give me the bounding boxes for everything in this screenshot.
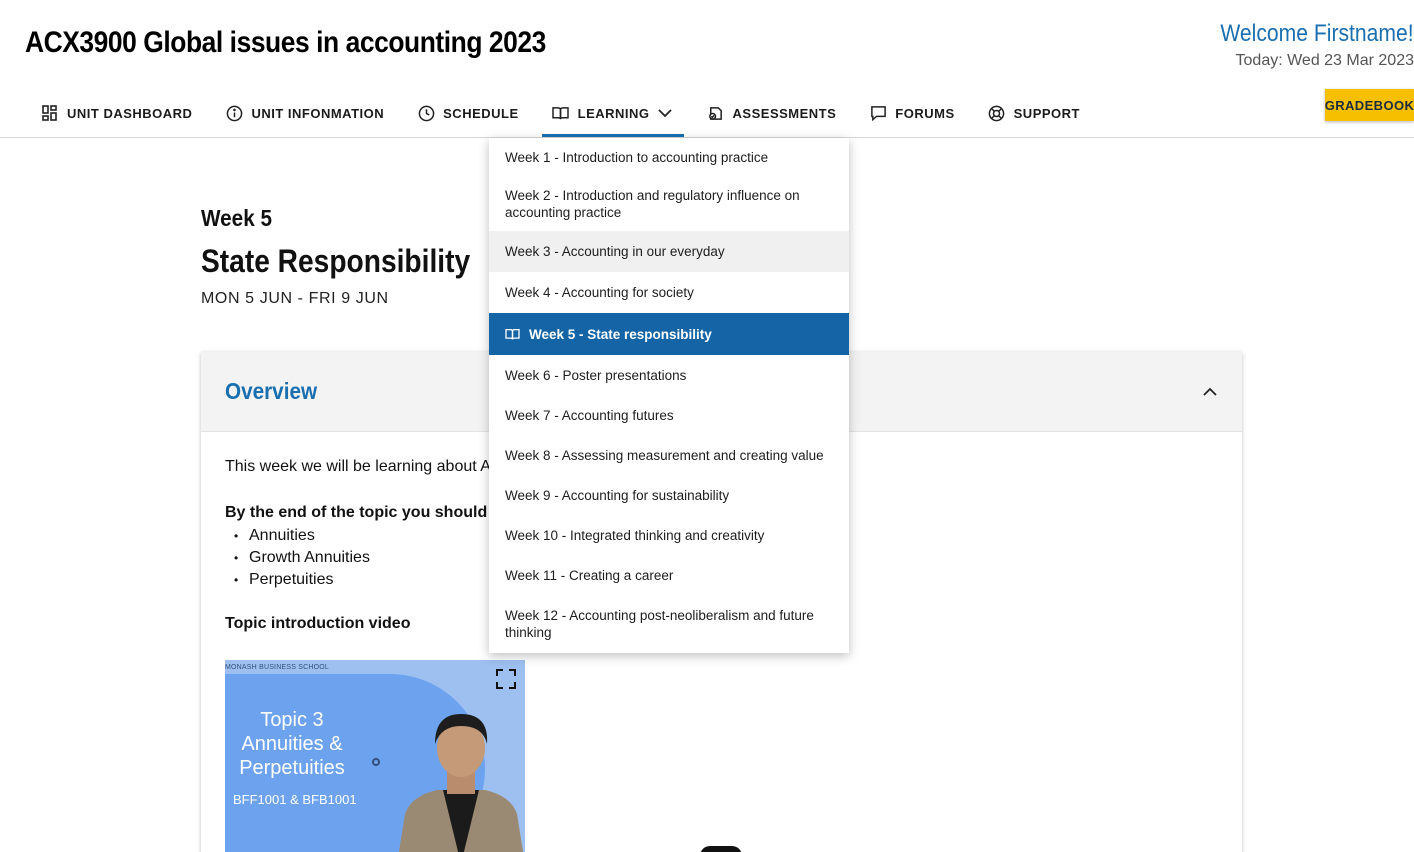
menu-item-label: Week 2 - Introduction and regulatory inf… <box>505 188 800 220</box>
nav-label: ASSESSMENTS <box>732 105 837 121</box>
video-topic-title: Topic 3 Annuities & Perpetuities <box>237 708 347 780</box>
today-date: Today: Wed 23 Mar 2023 <box>1235 52 1414 69</box>
nav-label: SUPPORT <box>1013 105 1080 121</box>
nav-label: FORUMS <box>895 105 955 121</box>
book-icon <box>552 104 570 122</box>
menu-item-week-2[interactable]: Week 2 - Introduction and regulatory inf… <box>489 177 849 231</box>
header: ACX3900 Global issues in accounting 2023… <box>0 0 1414 138</box>
week-number: Week 5 <box>201 205 272 231</box>
menu-item-week-6[interactable]: Week 6 - Poster presentations <box>489 355 849 395</box>
video-brand: MONASH BUSINESS SCHOOL <box>225 664 329 671</box>
menu-item-week-9[interactable]: Week 9 - Accounting for sustainability <box>489 475 849 515</box>
menu-item-label: Week 1 - Introduction to accounting prac… <box>505 150 769 165</box>
menu-item-week-8[interactable]: Week 8 - Assessing measurement and creat… <box>489 435 849 475</box>
nav-label: UNIT DASHBOARD <box>67 105 193 121</box>
dashboard-icon <box>41 104 59 122</box>
main-nav: UNIT DASHBOARD UNIT INFONMATION SCHEDULE… <box>31 92 1103 137</box>
lifebuoy-icon <box>988 104 1006 122</box>
scroll-indicator <box>700 846 742 852</box>
overview-title: Overview <box>225 378 318 404</box>
menu-item-week-4[interactable]: Week 4 - Accounting for society <box>489 272 849 313</box>
page-title: State Responsibility <box>201 243 471 279</box>
assessment-icon <box>707 104 725 122</box>
week-dates: MON 5 JUN - FRI 9 JUN <box>201 290 389 307</box>
menu-item-label: Week 7 - Accounting futures <box>505 407 674 423</box>
video-unit-codes: BFF1001 & BFB1001 <box>233 792 357 807</box>
nav-learning[interactable]: LEARNING <box>541 92 684 137</box>
topic-video[interactable]: MONASH BUSINESS SCHOOL Topic 3 Annuities… <box>225 660 525 852</box>
book-icon <box>505 326 521 342</box>
menu-item-label: Week 4 - Accounting for society <box>505 285 694 300</box>
chat-icon <box>869 104 887 122</box>
menu-item-label: Week 5 - State responsibility <box>529 326 712 342</box>
welcome-message: Welcome Firstname! <box>1220 20 1414 47</box>
nav-unit-dashboard[interactable]: UNIT DASHBOARD <box>31 92 202 134</box>
chevron-up-icon[interactable] <box>1200 382 1220 402</box>
learning-dropdown-menu: Week 1 - Introduction to accounting prac… <box>489 138 849 653</box>
menu-item-week-11[interactable]: Week 11 - Creating a career <box>489 555 849 595</box>
nav-unit-information[interactable]: UNIT INFONMATION <box>215 92 394 134</box>
video-topic-line: Topic 3 <box>260 709 324 731</box>
nav-support[interactable]: SUPPORT <box>978 92 1090 134</box>
gradebook-button[interactable]: GRADEBOOK <box>1325 89 1414 121</box>
unit-title: ACX3900 Global issues in accounting 2023 <box>25 26 546 59</box>
menu-item-label: Week 6 - Poster presentations <box>505 367 687 383</box>
presenter-image <box>398 714 524 852</box>
nav-forums[interactable]: FORUMS <box>859 92 964 134</box>
nav-label: SCHEDULE <box>443 105 519 121</box>
menu-item-week-12[interactable]: Week 12 - Accounting post-neoliberalism … <box>489 595 849 653</box>
nav-schedule[interactable]: SCHEDULE <box>407 92 529 134</box>
menu-item-label: Week 9 - Accounting for sustainability <box>505 487 730 503</box>
menu-item-week-1[interactable]: Week 1 - Introduction to accounting prac… <box>489 138 849 177</box>
menu-item-label: Week 8 - Assessing measurement and creat… <box>505 447 824 463</box>
chevron-down-icon <box>657 105 674 121</box>
menu-item-label: Week 3 - Accounting in our everyday <box>505 244 725 259</box>
info-icon <box>225 104 243 122</box>
cursor-dot <box>372 758 380 766</box>
nav-label: LEARNING <box>577 105 650 121</box>
fullscreen-icon[interactable] <box>495 668 517 690</box>
nav-label: UNIT INFONMATION <box>251 105 385 121</box>
menu-item-week-7[interactable]: Week 7 - Accounting futures <box>489 395 849 435</box>
menu-item-week-5[interactable]: Week 5 - State responsibility <box>489 313 849 355</box>
menu-item-label: Week 11 - Creating a career <box>505 567 674 583</box>
menu-item-label: Week 12 - Accounting post-neoliberalism … <box>505 608 814 640</box>
video-topic-line: Annuities & <box>241 733 343 755</box>
clock-icon <box>417 104 435 122</box>
video-topic-line: Perpetuities <box>239 757 345 779</box>
nav-assessments[interactable]: ASSESSMENTS <box>697 92 847 134</box>
menu-item-label: Week 10 - Integrated thinking and creati… <box>505 527 765 543</box>
menu-item-week-10[interactable]: Week 10 - Integrated thinking and creati… <box>489 515 849 555</box>
menu-item-week-3[interactable]: Week 3 - Accounting in our everyday <box>489 231 849 272</box>
